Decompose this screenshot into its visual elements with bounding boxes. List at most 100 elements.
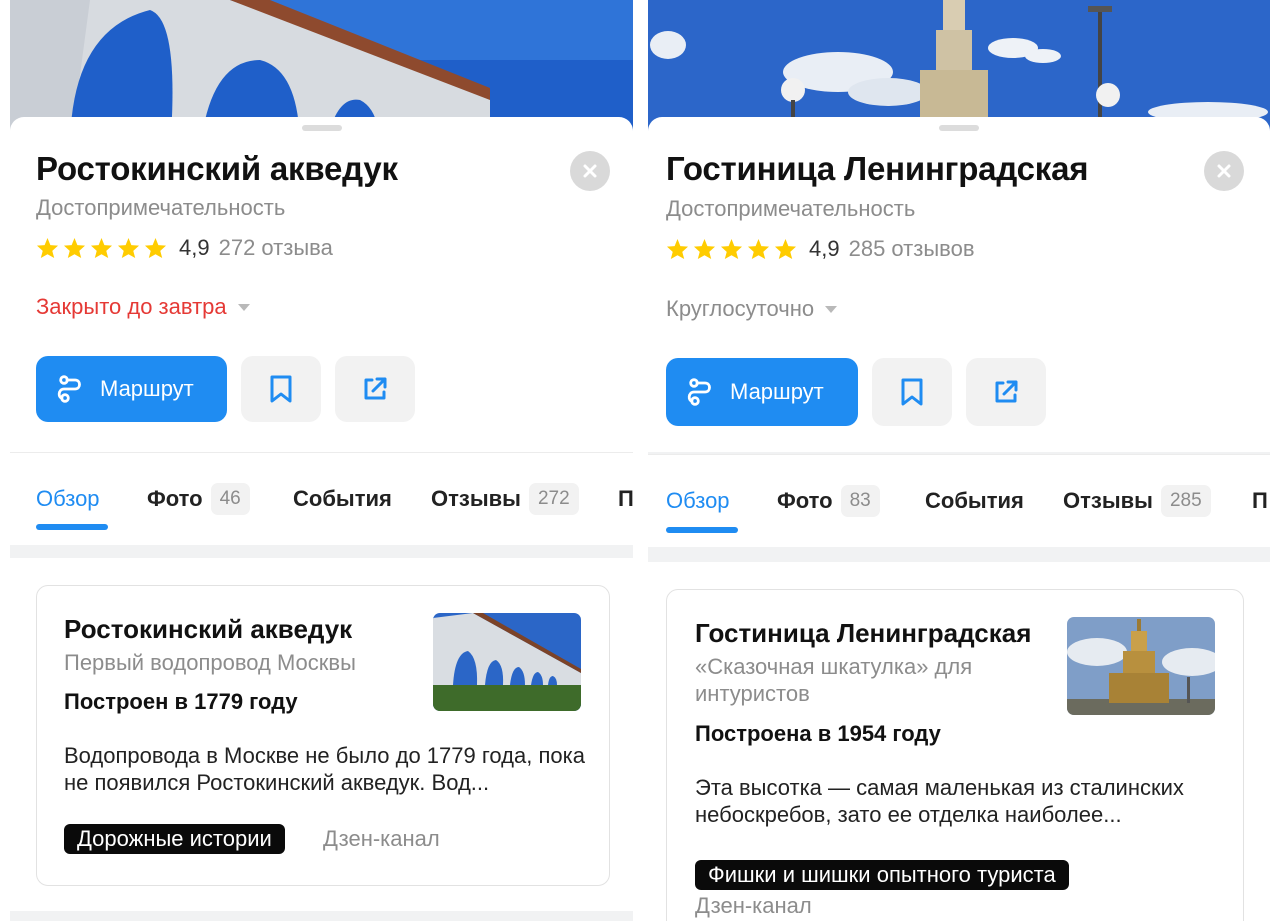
- rating-row[interactable]: 4,9 285 отзывов: [666, 235, 975, 263]
- route-button[interactable]: Маршрут: [36, 356, 227, 422]
- tab-events[interactable]: События: [925, 455, 1024, 547]
- route-icon: [687, 378, 711, 406]
- story-thumbnail[interactable]: [1067, 617, 1215, 715]
- channel-source: Дзен-канал: [323, 826, 440, 851]
- share-button[interactable]: [966, 358, 1046, 426]
- share-button[interactable]: [335, 356, 415, 422]
- tab-label: П: [1252, 488, 1268, 513]
- active-tab-indicator: [36, 524, 108, 530]
- tabs-bar: Обзор Фото 46 События Отзывы 272 П: [10, 452, 633, 545]
- story-card[interactable]: Ростокинский акведук Первый водопровод М…: [36, 585, 610, 886]
- story-built: Построена в 1954 году: [695, 721, 941, 746]
- tab-label: Фото: [777, 488, 833, 513]
- story-subtitle: Первый водопровод Москвы: [64, 650, 356, 675]
- star-icon: [90, 237, 113, 259]
- story-built: Построен в 1779 году: [64, 689, 298, 714]
- tab-overview[interactable]: Обзор: [36, 453, 100, 545]
- rating-value: 4,9: [809, 236, 840, 261]
- tab-events[interactable]: События: [293, 453, 392, 545]
- place-card-right: Гостиница Ленинградская Достопримечатель…: [648, 0, 1270, 921]
- place-title: Ростокинский акведук: [36, 150, 398, 187]
- close-icon: [583, 164, 597, 178]
- story-subtitle: «Сказочная шкатулка» для интуристов: [695, 654, 973, 706]
- content-area: Ростокинский акведук Первый водопровод М…: [10, 558, 633, 911]
- star-icon: [720, 238, 743, 260]
- rating-stars: [666, 238, 797, 260]
- tab-count: 46: [210, 483, 250, 515]
- route-button-label: Маршрут: [100, 376, 194, 401]
- tab-more[interactable]: П: [618, 453, 633, 545]
- star-icon: [36, 237, 59, 259]
- star-icon: [693, 238, 716, 260]
- rating-stars: [36, 237, 167, 259]
- story-thumbnail[interactable]: [433, 613, 581, 711]
- chevron-down-icon: [237, 303, 250, 311]
- rating-row[interactable]: 4,9 272 отзыва: [36, 234, 333, 262]
- action-buttons: Маршрут: [36, 356, 415, 422]
- star-icon: [774, 238, 797, 260]
- place-category: Достопримечательность: [666, 196, 916, 221]
- route-icon: [57, 375, 81, 403]
- close-icon: [1217, 164, 1231, 178]
- tab-label: Фото: [147, 486, 203, 511]
- story-title: Гостиница Ленинградская: [695, 618, 1032, 648]
- place-sheet: Ростокинский акведук Достопримечательнос…: [10, 117, 633, 452]
- place-title: Гостиница Ленинградская: [666, 150, 1089, 187]
- star-icon: [63, 237, 86, 259]
- tab-label: Обзор: [666, 488, 730, 513]
- star-icon: [666, 238, 689, 260]
- tabs-bar: Обзор Фото 83 События Отзывы 285 П: [648, 454, 1270, 547]
- star-icon: [144, 237, 167, 259]
- close-button[interactable]: [1204, 151, 1244, 191]
- tab-count: 285: [1160, 485, 1211, 517]
- tab-label: П: [618, 486, 633, 511]
- opening-hours-text: Круглосуточно: [666, 296, 815, 321]
- story-text: Водопровода в Москве не было до 1779 год…: [64, 743, 585, 795]
- tab-count: 83: [840, 485, 880, 517]
- story-text: Эта высотка — самая маленькая из сталинс…: [695, 775, 1184, 827]
- star-icon: [747, 238, 770, 260]
- close-button[interactable]: [570, 151, 610, 191]
- tab-photos[interactable]: Фото 46: [147, 453, 250, 545]
- tab-label: События: [925, 488, 1024, 513]
- tab-overview[interactable]: Обзор: [666, 455, 730, 547]
- sheet-grabber[interactable]: [301, 125, 342, 131]
- story-title: Ростокинский акведук: [64, 614, 353, 644]
- tab-label: Обзор: [36, 486, 100, 511]
- place-category: Достопримечательность: [36, 195, 286, 220]
- opening-hours-dropdown[interactable]: Круглосуточно: [666, 296, 838, 322]
- reviews-count: 272 отзыва: [218, 235, 333, 260]
- place-card-left: Ростокинский акведук Достопримечательнос…: [10, 0, 633, 921]
- reviews-count: 285 отзывов: [848, 236, 975, 261]
- active-tab-indicator: [666, 527, 738, 533]
- tab-more[interactable]: П: [1252, 455, 1268, 547]
- star-icon: [117, 237, 140, 259]
- sheet-grabber[interactable]: [939, 125, 979, 131]
- tab-count: 272: [528, 483, 579, 515]
- share-icon: [364, 377, 387, 400]
- route-button-label: Маршрут: [730, 379, 824, 404]
- channel-badge[interactable]: Фишки и шишки опытного туриста: [695, 860, 1069, 890]
- channel-badge[interactable]: Дорожные истории: [64, 824, 285, 854]
- opening-hours-dropdown[interactable]: Закрыто до завтра: [36, 294, 251, 320]
- tab-label: События: [293, 486, 392, 511]
- route-button[interactable]: Маршрут: [666, 358, 858, 426]
- rating-value: 4,9: [179, 235, 210, 260]
- tab-label: Отзывы: [1063, 488, 1153, 513]
- action-buttons: Маршрут: [666, 358, 1046, 426]
- content-area: Гостиница Ленинградская «Сказочная шкату…: [648, 562, 1270, 921]
- chevron-down-icon: [825, 305, 838, 313]
- opening-hours-text: Закрыто до завтра: [36, 294, 227, 319]
- channel-source: Дзен-канал: [695, 893, 812, 918]
- tab-reviews[interactable]: Отзывы 285: [1063, 455, 1211, 547]
- tab-photos[interactable]: Фото 83: [777, 455, 880, 547]
- place-sheet: Гостиница Ленинградская Достопримечатель…: [648, 117, 1270, 452]
- tab-label: Отзывы: [431, 486, 521, 511]
- bookmark-icon: [901, 378, 923, 406]
- tab-reviews[interactable]: Отзывы 272: [431, 453, 579, 545]
- share-icon: [995, 380, 1018, 403]
- bookmark-icon: [270, 375, 292, 403]
- bookmark-button[interactable]: [872, 358, 952, 426]
- bookmark-button[interactable]: [241, 356, 321, 422]
- story-card[interactable]: Гостиница Ленинградская «Сказочная шкату…: [666, 589, 1244, 921]
